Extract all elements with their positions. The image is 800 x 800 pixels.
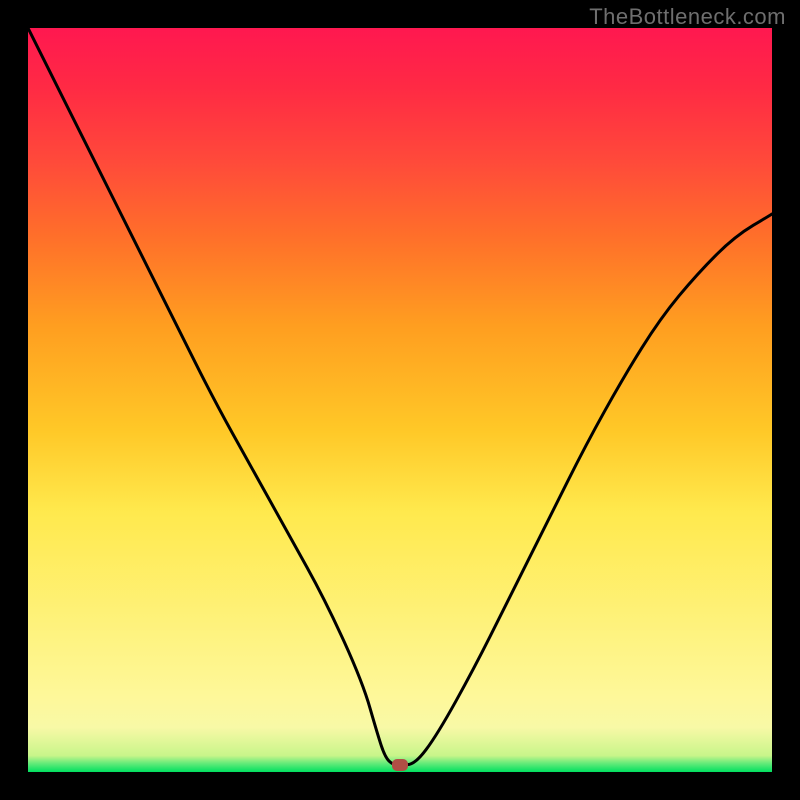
watermark-text: TheBottleneck.com [589, 4, 786, 30]
curve-minimum-marker [392, 759, 408, 771]
plot-area [28, 28, 772, 772]
chart-frame: TheBottleneck.com [0, 0, 800, 800]
bottleneck-curve [28, 28, 772, 772]
